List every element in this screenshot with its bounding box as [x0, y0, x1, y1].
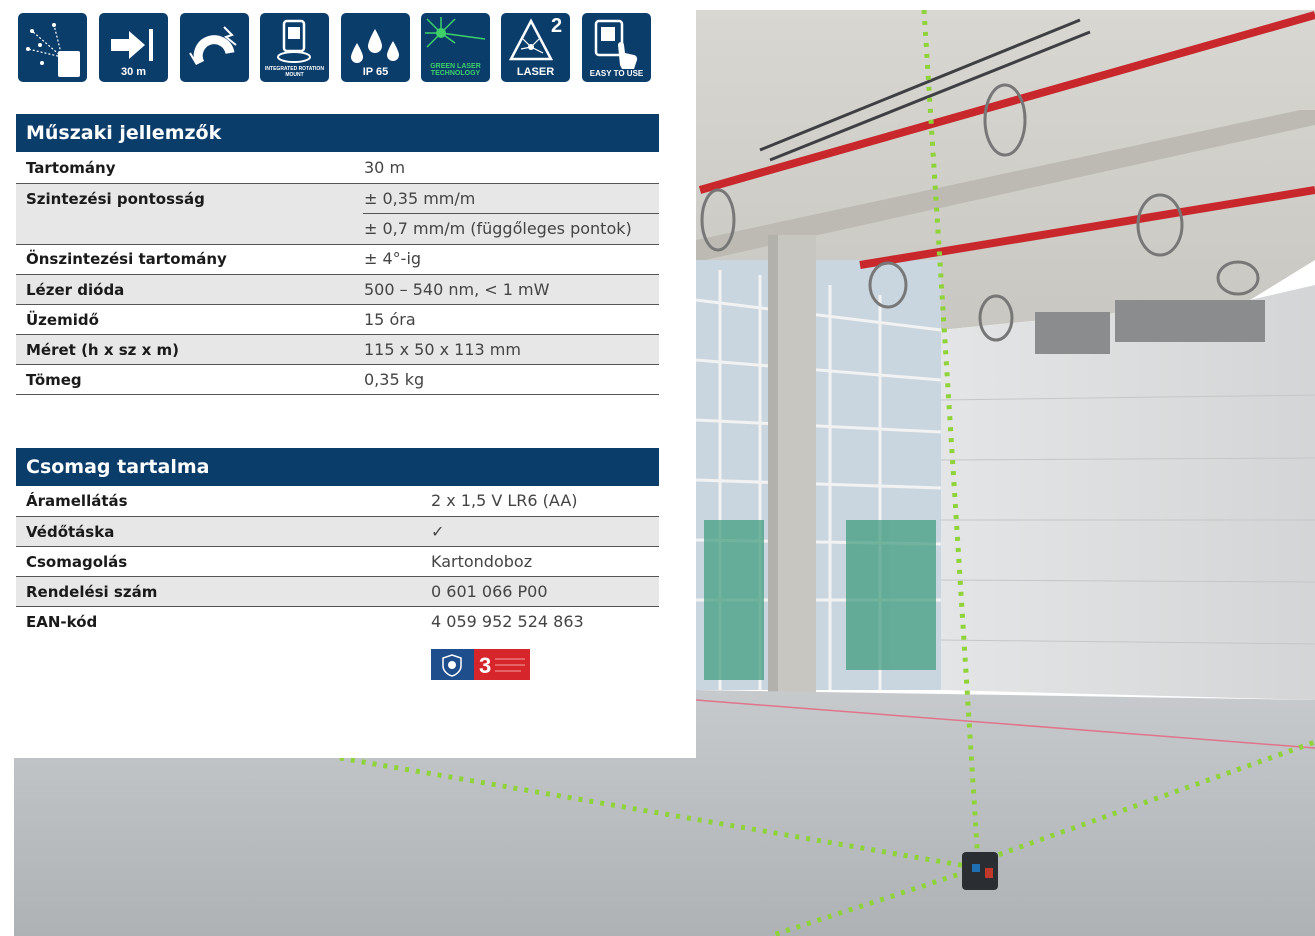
spec-value: 115 x 50 x 113 mm: [364, 340, 521, 359]
laser-class-number: 2: [551, 15, 563, 37]
spec-label: Méret (h x sz x m): [26, 341, 179, 359]
spec-row-range: Tartomány 30 m: [16, 153, 659, 183]
laser-class-caption: LASER: [516, 66, 555, 78]
package-row-power: Áramellátás 2 x 1,5 V LR6 (AA): [16, 486, 659, 516]
spec-label: Tömeg: [26, 371, 82, 389]
spec-value: 0,35 kg: [364, 370, 425, 389]
package-label: EAN-kód: [26, 613, 98, 631]
package-label: Rendelési szám: [26, 583, 158, 601]
package-value: 4 059 952 524 863: [431, 612, 584, 631]
spec-row-weight: Tömeg 0,35 kg: [16, 365, 659, 395]
package-row-bag: Védőtáska ✓: [16, 517, 659, 547]
spec-value: 15 óra: [364, 310, 416, 329]
range-icon: 30 m: [99, 13, 168, 82]
package-value: 0 601 066 P00: [431, 582, 548, 601]
spec-row-self-leveling: Önszintezési tartomány ± 4°-ig: [16, 244, 659, 274]
spec-label: Lézer dióda: [26, 281, 125, 299]
spec-value: 30 m: [364, 158, 406, 177]
easy-to-use-icon: EASY TO USE: [582, 13, 651, 82]
laser-points-icon: [18, 13, 87, 82]
package-row-ean: EAN-kód 4 059 952 524 863: [16, 607, 659, 637]
warranty-years: 3: [479, 653, 491, 678]
package-label: Védőtáska: [26, 523, 115, 541]
package-title: Csomag tartalma: [16, 448, 659, 486]
spec-value-secondary: ± 0,7 mm/m (függőleges pontok): [364, 219, 632, 238]
row-divider: [16, 394, 659, 395]
rotation-mount-icon: INTEGRATED ROTATION MOUNT: [260, 13, 329, 82]
specs-title: Műszaki jellemzők: [16, 114, 659, 152]
spec-label: Tartomány: [26, 159, 116, 177]
spec-row-laser-diode: Lézer dióda 500 – 540 nm, < 1 mW: [16, 275, 659, 305]
green-laser-caption: GREEN LASER TECHNOLOGY: [430, 62, 481, 78]
green-laser-icon: GREEN LASER TECHNOLOGY: [421, 13, 490, 82]
spec-label: Üzemidő: [26, 311, 99, 329]
spec-label: Önszintezési tartomány: [26, 250, 227, 268]
panel-strip: [0, 758, 14, 936]
package-label: Áramellátás: [26, 492, 128, 510]
spec-label: Szintezési pontosság: [26, 190, 205, 208]
laser-class-icon: 2 LASER: [501, 13, 570, 82]
rotation-mount-caption: INTEGRATED ROTATION MOUNT: [265, 66, 324, 78]
spec-row-accuracy: Szintezési pontosság ± 0,35 mm/m ± 0,7 m…: [16, 184, 659, 244]
package-row-order-number: Rendelési szám 0 601 066 P00: [16, 577, 659, 607]
row-divider: [363, 213, 659, 214]
ip65-caption: IP 65: [362, 66, 389, 78]
check-icon: ✓: [431, 522, 445, 541]
package-label: Csomagolás: [26, 553, 128, 571]
package-value: 2 x 1,5 V LR6 (AA): [431, 491, 578, 510]
spec-value: ± 4°-ig: [364, 249, 422, 268]
ip65-icon: IP 65: [341, 13, 410, 82]
package-value: Kartondoboz: [431, 552, 533, 571]
spec-value: ± 0,35 mm/m: [364, 189, 476, 208]
range-caption: 30 m: [120, 66, 147, 78]
spec-value: 500 – 540 nm, < 1 mW: [364, 280, 550, 299]
warranty-badge-icon: 3: [431, 649, 530, 680]
spec-row-size: Méret (h x sz x m) 115 x 50 x 113 mm: [16, 335, 659, 365]
magnet-icon: [180, 13, 249, 82]
easy-to-use-caption: EASY TO USE: [589, 69, 644, 78]
package-row-packaging: Csomagolás Kartondoboz: [16, 547, 659, 577]
spec-row-operating-time: Üzemidő 15 óra: [16, 305, 659, 335]
